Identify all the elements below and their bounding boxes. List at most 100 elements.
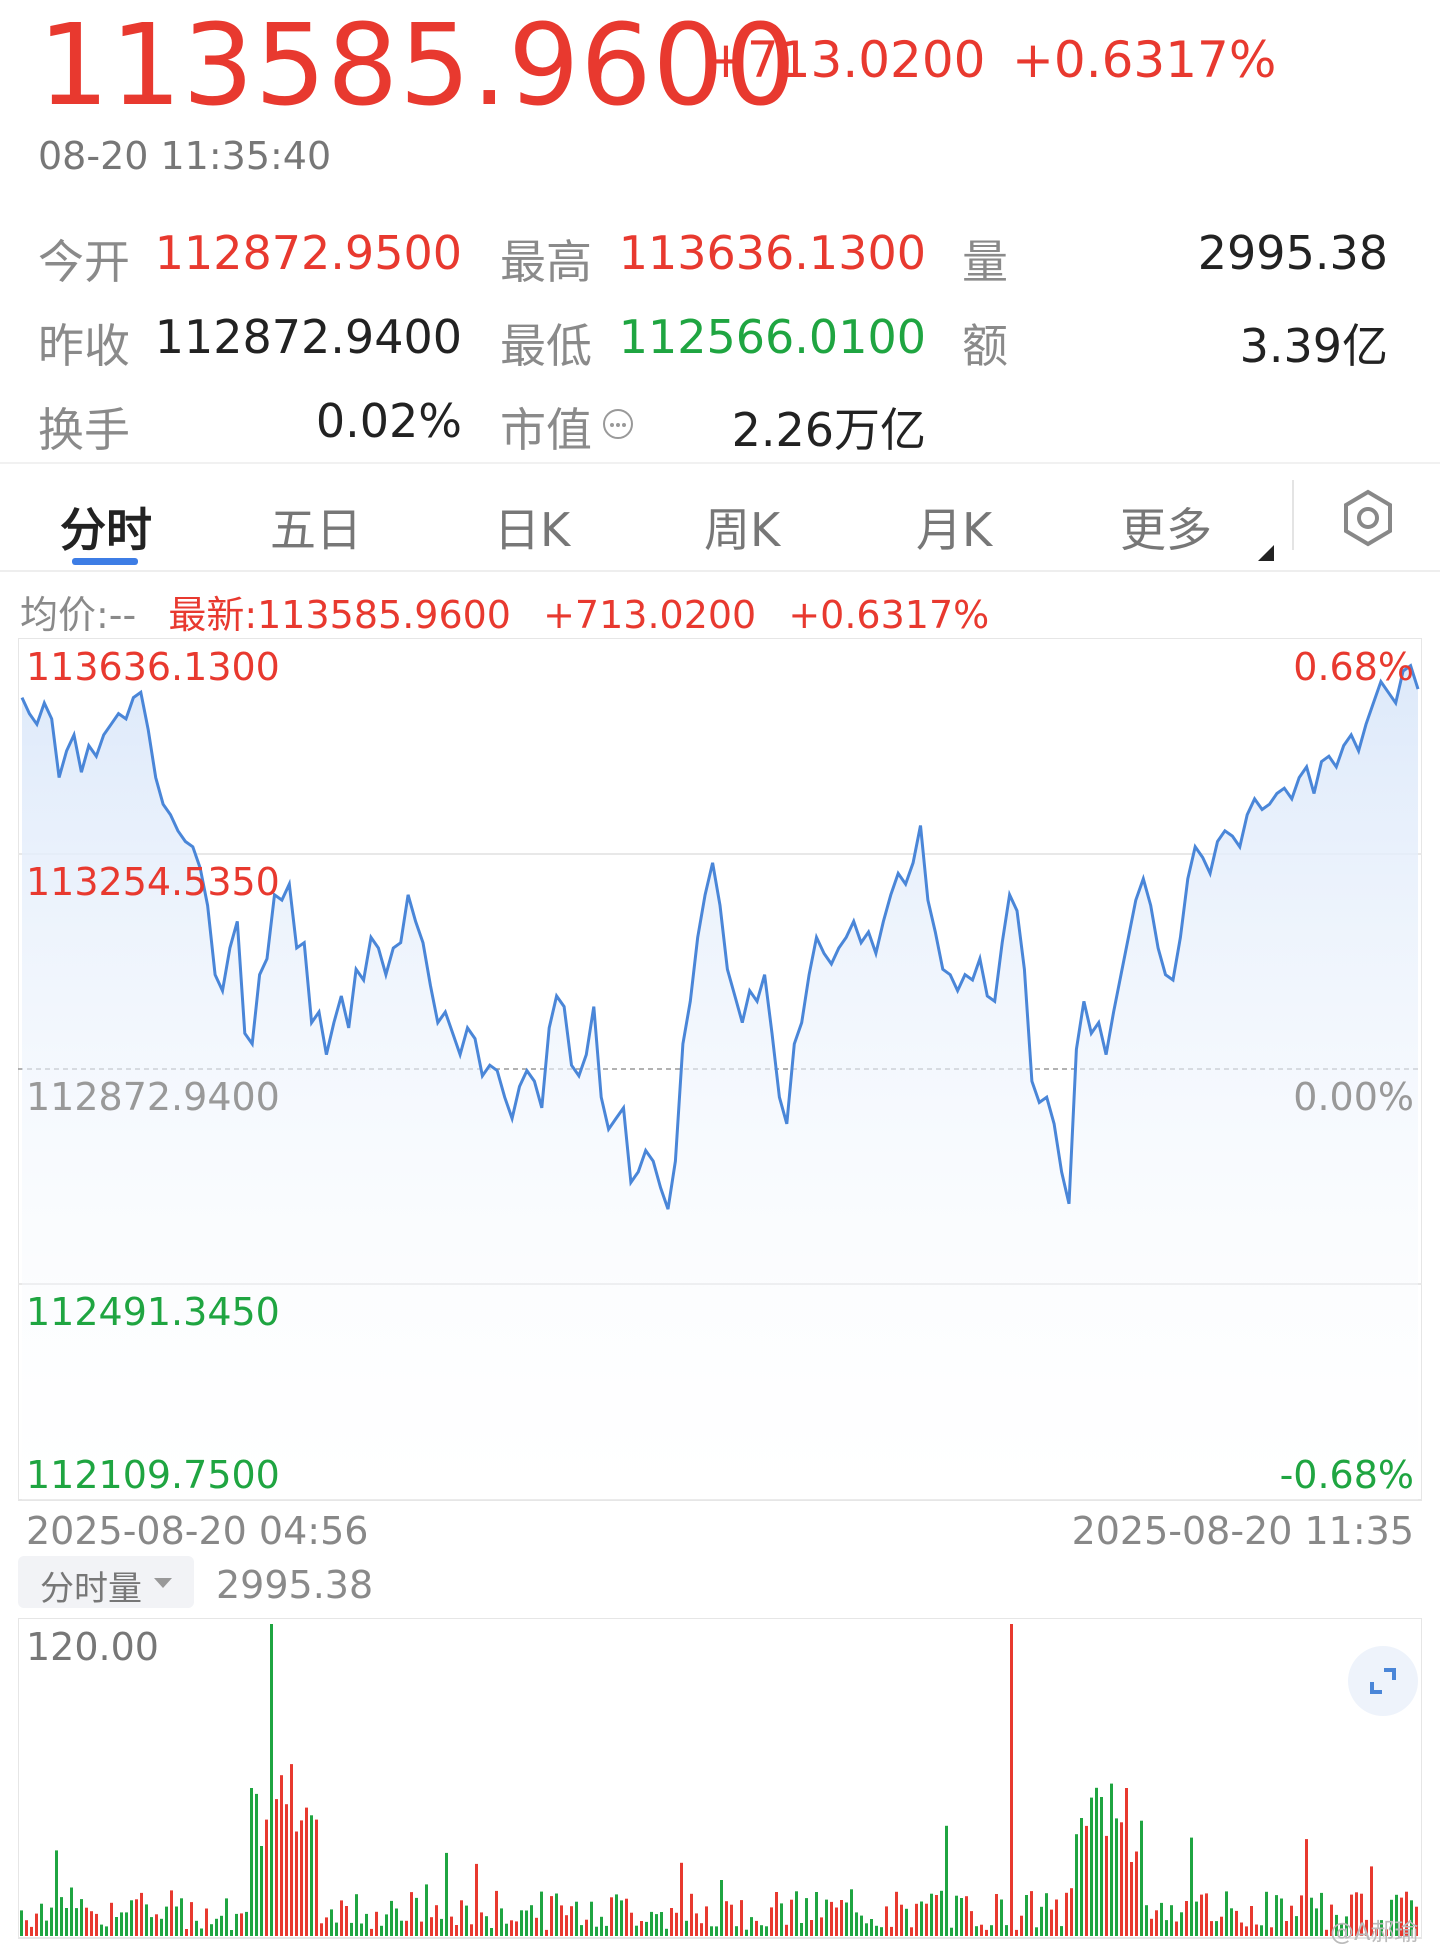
volume-bar (450, 1916, 453, 1936)
volume-bar (1175, 1921, 1178, 1936)
volume-bar (755, 1920, 758, 1936)
volume-bar (1010, 1624, 1013, 1936)
volume-bar (860, 1915, 863, 1936)
volume-bar (985, 1929, 988, 1936)
volume-bar (380, 1925, 383, 1936)
volume-bar (635, 1925, 638, 1936)
tab-daily-k[interactable]: 日K (494, 494, 570, 560)
volume-bar (235, 1913, 238, 1936)
volume-bar (785, 1924, 788, 1936)
volume-bar (185, 1929, 188, 1936)
volume-bar (350, 1922, 353, 1936)
volume-bar (515, 1921, 518, 1936)
volume-bar (945, 1825, 948, 1936)
volume-bar (65, 1908, 68, 1936)
tab-five-day[interactable]: 五日 (270, 494, 362, 560)
axis-price-bottom: 112109.7500 (26, 1453, 280, 1497)
volume-chart[interactable]: 120.00 (18, 1618, 1422, 1940)
volume-bar (180, 1898, 183, 1936)
volume-bar (550, 1896, 553, 1936)
volume-bar (135, 1899, 138, 1936)
volume-bar (210, 1924, 213, 1936)
volume-bar (365, 1913, 368, 1936)
volume-bar (665, 1928, 668, 1936)
volume-bar (1140, 1820, 1143, 1936)
volume-bar (740, 1900, 743, 1936)
volume-bar (690, 1893, 693, 1936)
volume-bar (245, 1911, 248, 1936)
quote-timestamp: 08-20 11:35:40 (38, 134, 332, 178)
tab-monthly-k[interactable]: 月K (916, 494, 992, 560)
latest-change-pct: +0.6317% (788, 593, 990, 637)
volume-bar (495, 1890, 498, 1936)
volume-bar (1135, 1851, 1138, 1936)
volume-bar (255, 1793, 258, 1936)
volume-bar (795, 1891, 798, 1936)
volume-bar (810, 1920, 813, 1936)
volume-bar (1060, 1926, 1063, 1936)
volume-bar (60, 1897, 63, 1936)
volume-bar (375, 1911, 378, 1936)
volume-bar (595, 1926, 598, 1936)
volume-bar (530, 1905, 533, 1936)
volume-bar (1125, 1788, 1128, 1936)
volume-bar (215, 1918, 218, 1936)
volume-bar (805, 1898, 808, 1936)
settings-icon[interactable] (1338, 488, 1398, 548)
volume-bar (720, 1880, 723, 1936)
expand-icon[interactable] (1348, 1646, 1418, 1716)
volume-bar (1160, 1902, 1163, 1936)
volume-bar (1200, 1894, 1203, 1936)
axis-time-end: 2025-08-20 11:35 (1072, 1509, 1414, 1553)
volume-bar (520, 1910, 523, 1936)
volume-bar (330, 1909, 333, 1936)
tab-weekly-k[interactable]: 周K (704, 494, 780, 560)
tab-more[interactable]: 更多 (1120, 494, 1212, 560)
volume-bar (95, 1913, 98, 1936)
info-icon[interactable] (602, 408, 634, 440)
volume-bar (850, 1889, 853, 1936)
volume-bar (1000, 1899, 1003, 1936)
volume-bar (85, 1907, 88, 1936)
volume-bar (900, 1904, 903, 1936)
high-label: 最高 (500, 235, 592, 289)
volume-bar (1005, 1925, 1008, 1936)
volume-bar (290, 1764, 293, 1936)
volume-bar (440, 1918, 443, 1936)
volume-bar (1230, 1908, 1233, 1936)
volume-bar (1325, 1929, 1328, 1936)
low-label: 最低 (500, 319, 592, 373)
latest-change: +713.0200 (543, 593, 757, 637)
volume-bar (325, 1917, 328, 1936)
volume-bar (355, 1894, 358, 1936)
volume-bar (1315, 1908, 1318, 1936)
volume-bar (475, 1863, 478, 1936)
volume-value: 2995.38 (1197, 226, 1388, 280)
volume-bar (1015, 1929, 1018, 1936)
caret-down-icon (154, 1578, 172, 1588)
volume-bar (845, 1902, 848, 1936)
volume-bar (565, 1915, 568, 1936)
volume-bar (500, 1908, 503, 1936)
volume-bar (540, 1891, 543, 1936)
volume-bar (995, 1894, 998, 1936)
volume-bar (125, 1912, 128, 1936)
tab-intraday[interactable]: 分时 (60, 494, 152, 560)
volume-bar (30, 1926, 33, 1936)
volume-bar (195, 1920, 198, 1936)
volume-bar (930, 1893, 933, 1936)
volume-bar (1170, 1905, 1173, 1936)
volume-bar (25, 1920, 28, 1936)
volume-bar (915, 1903, 918, 1936)
volume-bar (830, 1901, 833, 1936)
volume-bar (80, 1899, 83, 1936)
volume-bar (70, 1887, 73, 1936)
volume-bar (110, 1902, 113, 1936)
intraday-price-chart[interactable]: 113636.1300 113254.5350 112872.9400 1124… (18, 638, 1422, 1556)
volume-bar (1225, 1891, 1228, 1936)
volume-bar (340, 1900, 343, 1936)
volume-bar (760, 1925, 763, 1936)
volume-bar (75, 1908, 78, 1936)
volume-bar (160, 1918, 163, 1936)
volume-bar (285, 1804, 288, 1936)
